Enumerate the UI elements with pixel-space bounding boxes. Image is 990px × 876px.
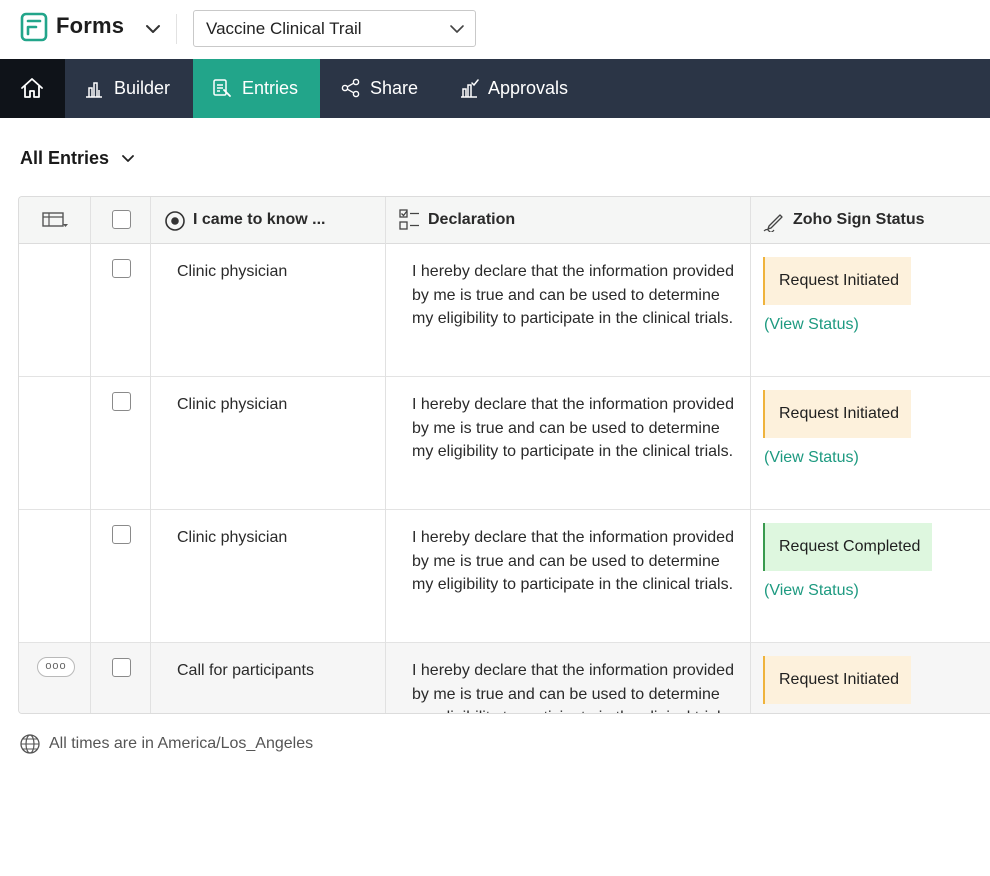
entries-icon xyxy=(213,79,231,97)
table-row[interactable]: ooo Call for participants I hereby decla… xyxy=(19,643,990,713)
row-checkbox[interactable] xyxy=(112,658,131,677)
view-status-link[interactable]: (View Status) xyxy=(764,316,859,334)
row-more-actions-button[interactable]: ooo xyxy=(37,657,75,677)
column-header-source[interactable]: I came to know ... xyxy=(193,211,325,229)
table-row[interactable]: Clinic physician I hereby declare that t… xyxy=(19,377,990,510)
status-badge: Request Completed xyxy=(763,523,933,571)
row-checkbox[interactable] xyxy=(112,259,131,278)
row-checkbox[interactable] xyxy=(112,392,131,411)
column-divider xyxy=(150,197,151,713)
source-cell: Clinic physician xyxy=(177,263,288,280)
view-status-link[interactable]: (View Status) xyxy=(764,449,859,467)
form-selector-dropdown[interactable]: Vaccine Clinical Trail xyxy=(193,10,476,47)
source-cell: Clinic physician xyxy=(177,396,288,413)
declaration-cell: I hereby declare that the information pr… xyxy=(412,529,734,593)
nav-tab-label: Entries xyxy=(242,78,299,98)
globe-icon xyxy=(20,734,40,754)
nav-tab-approvals[interactable]: Approvals xyxy=(440,59,590,118)
signature-pen-icon xyxy=(763,214,783,232)
nav-tab-label: Share xyxy=(370,78,419,98)
table-row[interactable]: Clinic physician I hereby declare that t… xyxy=(19,244,990,377)
checklist-field-icon xyxy=(399,209,419,230)
view-status-link[interactable]: (View Status) xyxy=(764,582,859,600)
form-selector-value: Vaccine Clinical Trail xyxy=(206,19,362,38)
column-settings-icon[interactable] xyxy=(41,211,69,229)
nav-tab-label: Builder xyxy=(114,78,171,98)
column-header-declaration[interactable]: Declaration xyxy=(428,211,515,229)
radio-field-icon xyxy=(165,211,185,231)
chevron-down-icon xyxy=(450,25,464,33)
declaration-cell: I hereby declare that the information pr… xyxy=(412,263,734,327)
status-badge: Request Initiated xyxy=(763,390,912,438)
app-switcher-chevron-icon[interactable] xyxy=(144,22,162,36)
source-cell: Clinic physician xyxy=(177,529,288,546)
status-badge: Request Initiated xyxy=(763,257,912,305)
forms-logo-icon xyxy=(20,12,48,42)
entries-table: I came to know ... Declaration Zoho Sign… xyxy=(18,196,990,714)
app-name: Forms xyxy=(56,13,125,38)
declaration-cell: I hereby declare that the information pr… xyxy=(412,396,734,460)
table-header: I came to know ... Declaration Zoho Sign… xyxy=(19,197,990,244)
main-nav: Builder Entries Share Approvals xyxy=(0,59,990,118)
top-bar: Forms Vaccine Clinical Trail xyxy=(0,0,990,59)
nav-tab-label: Approvals xyxy=(488,78,569,98)
column-divider xyxy=(750,197,751,713)
timezone-note: All times are in America/Los_Angeles xyxy=(19,733,419,755)
nav-tab-builder[interactable]: Builder xyxy=(65,59,193,118)
table-row[interactable]: Clinic physician I hereby declare that t… xyxy=(19,510,990,643)
nav-tab-share[interactable]: Share xyxy=(320,59,440,118)
select-all-checkbox[interactable] xyxy=(112,210,131,229)
timezone-text: All times are in America/Los_Angeles xyxy=(49,735,314,752)
declaration-cell: I hereby declare that the information pr… xyxy=(412,662,734,713)
source-cell: Call for participants xyxy=(177,662,314,679)
column-divider xyxy=(385,197,386,713)
nav-home[interactable] xyxy=(0,59,65,118)
column-divider xyxy=(90,197,91,713)
row-checkbox[interactable] xyxy=(112,525,131,544)
column-header-sign-status[interactable]: Zoho Sign Status xyxy=(793,211,925,229)
chevron-down-icon[interactable] xyxy=(121,153,135,165)
approvals-icon xyxy=(461,79,479,98)
status-badge: Request Initiated xyxy=(763,656,912,704)
view-selector[interactable]: All Entries xyxy=(20,148,109,169)
home-icon xyxy=(21,78,43,98)
divider xyxy=(176,14,177,44)
nav-tab-entries[interactable]: Entries xyxy=(193,59,320,118)
builder-icon xyxy=(86,82,102,98)
share-icon xyxy=(341,78,360,98)
